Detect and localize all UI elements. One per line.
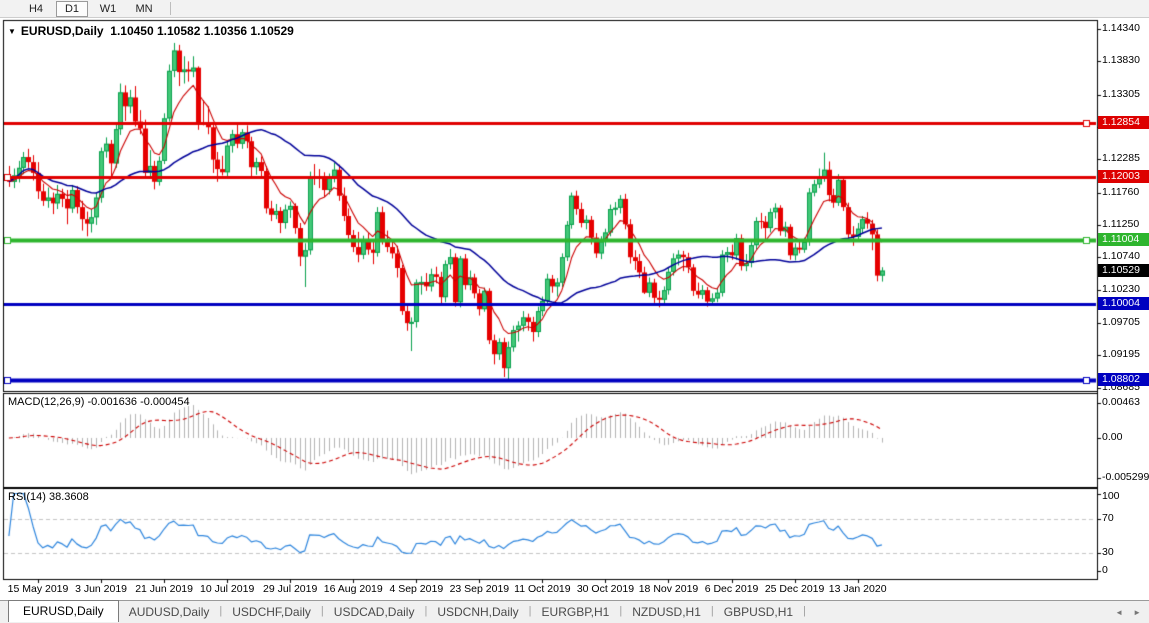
tab-usdcnh-daily[interactable]: USDCNH,Daily [427,601,528,619]
tab-nzdusd-h1[interactable]: NZDUSD,H1 [622,601,711,619]
tab-eurgbp-h1[interactable]: EURGBP,H1 [532,601,620,619]
tab-separator: | [803,601,806,617]
timeframe-button-h4[interactable]: H4 [20,1,52,17]
tab-usdcad-daily[interactable]: USDCAD,Daily [324,601,425,619]
timeframe-button-d1[interactable]: D1 [56,1,88,17]
chart-tab-bar: ◄ ► EURUSD,DailyAUDUSD,Daily | USDCHF,Dail… [0,600,1149,623]
tab-scroll-left-icon[interactable]: ◄ [1115,608,1123,617]
tab-scroll-right-icon[interactable]: ► [1133,608,1141,617]
tab-usdchf-daily[interactable]: USDCHF,Daily [222,601,321,619]
timeframe-toolbar: H4D1W1MN [0,0,1149,18]
tab-gbpusd-h1[interactable]: GBPUSD,H1 [714,601,803,619]
timeframe-button-mn[interactable]: MN [128,1,160,17]
toolbar-separator [170,2,171,15]
tab-audusd-daily[interactable]: AUDUSD,Daily [119,601,220,619]
timeframe-button-w1[interactable]: W1 [92,1,124,17]
chart-canvas[interactable] [0,0,1149,623]
tab-eurusd-daily[interactable]: EURUSD,Daily [8,600,119,622]
